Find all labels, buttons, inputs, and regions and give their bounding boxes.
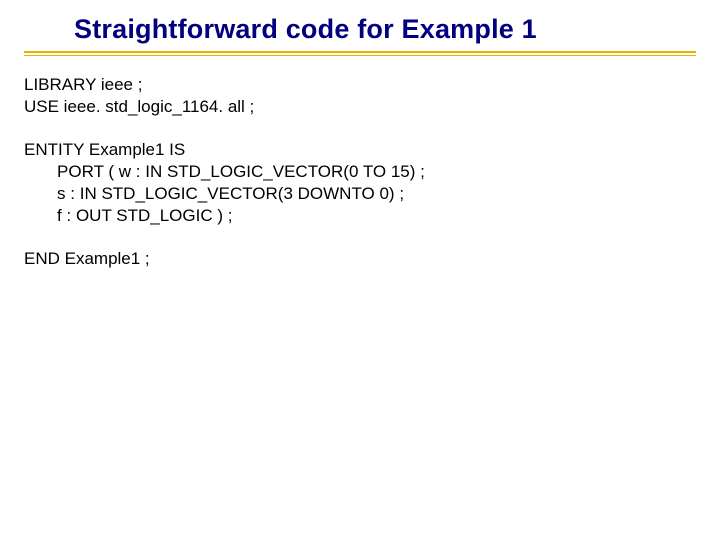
code-listing: LIBRARY ieee ; USE ieee. std_logic_1164.… (24, 74, 696, 270)
divider-top (24, 51, 696, 53)
divider-bottom (24, 55, 696, 56)
slide: Straightforward code for Example 1 LIBRA… (0, 0, 720, 540)
page-title: Straightforward code for Example 1 (74, 14, 696, 45)
